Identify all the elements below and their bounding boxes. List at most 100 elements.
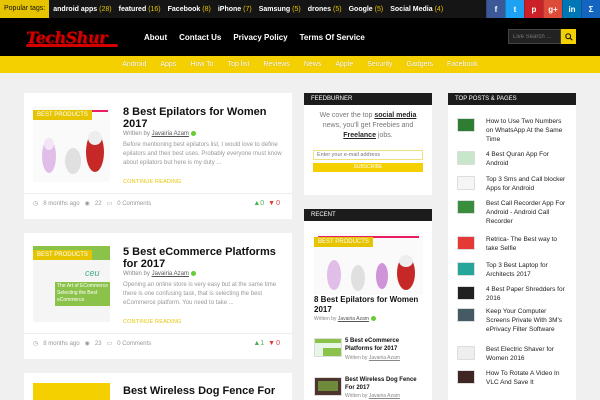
top-post-link[interactable]: How To Rotate A Video In VLC And Save It bbox=[486, 369, 568, 387]
top-post-thumbnail[interactable] bbox=[457, 236, 475, 250]
tag-link[interactable]: drones (5) bbox=[308, 6, 342, 13]
tag-link[interactable]: Facebook (8) bbox=[168, 6, 211, 13]
top-post-link[interactable]: 4 Best Paper Shredders for 2016 bbox=[486, 285, 568, 303]
post-card: ceu BEST PRODUCTS The Art of ECommerce Se… bbox=[24, 233, 292, 359]
continue-reading-link[interactable]: CONTINUE READING bbox=[123, 179, 182, 185]
author-link[interactable]: Javairia Azam bbox=[338, 316, 369, 322]
freelance-link[interactable]: Freelance bbox=[343, 132, 376, 139]
search-input[interactable] bbox=[508, 29, 561, 44]
top-post-link[interactable]: Keep Your Computer Screens Private With … bbox=[486, 307, 568, 334]
recent-item-thumbnail[interactable] bbox=[314, 338, 342, 357]
top-post-link[interactable]: How to Use Two Numbers on WhatsApp At th… bbox=[486, 117, 568, 144]
nav-contact-us[interactable]: Contact Us bbox=[179, 33, 221, 42]
recent-item-title[interactable]: 5 Best eCommerce Platforms for 2017 bbox=[345, 337, 425, 353]
top-post-thumbnail[interactable] bbox=[457, 176, 475, 190]
facebook-icon[interactable]: f bbox=[486, 0, 505, 18]
recent-item-title[interactable]: Best Wireless Dog Fence For 2017 bbox=[345, 376, 425, 392]
site-logo[interactable]: TechShur bbox=[26, 22, 118, 52]
top-post-link[interactable]: Best Electric Shaver for Women 2016 bbox=[486, 345, 568, 363]
google-plus-icon[interactable]: g+ bbox=[543, 0, 562, 18]
continue-reading-link[interactable]: CONTINUE READING bbox=[123, 319, 182, 325]
upvote-count: 0 bbox=[260, 200, 265, 207]
site-header: TechShur About Contact Us Privacy Policy… bbox=[0, 18, 600, 56]
category-facebook[interactable]: Facebook bbox=[447, 61, 478, 68]
thumbs-down-icon[interactable]: ▼ bbox=[268, 200, 275, 207]
upvote-count: 1 bbox=[260, 340, 265, 347]
tag-link[interactable]: android apps (28) bbox=[53, 6, 111, 13]
author-link[interactable]: Javairia Azam bbox=[152, 271, 189, 277]
top-post-thumbnail[interactable] bbox=[457, 308, 475, 322]
thumb-caption-line: The Art of ECommerce bbox=[57, 283, 108, 289]
top-post-link[interactable]: 4 Best Quran App For Android bbox=[486, 150, 568, 168]
social-media-link[interactable]: social media bbox=[374, 112, 416, 119]
author-link[interactable]: Javairia Azam bbox=[369, 393, 400, 399]
feedburner-text-part: news, you'll get Freebies and bbox=[322, 122, 414, 129]
post-title[interactable]: 8 Best Epilators for Women 2017 bbox=[123, 106, 283, 130]
post-comments[interactable]: 0 Comments bbox=[117, 201, 151, 207]
category-gadgets[interactable]: Gadgets bbox=[407, 61, 433, 68]
top-post-link[interactable]: Top 3 Best Laptop for Architects 2017 bbox=[486, 261, 568, 279]
top-post-thumbnail[interactable] bbox=[457, 370, 475, 384]
tag-link[interactable]: Social Media (4) bbox=[390, 6, 443, 13]
twitter-icon[interactable]: t bbox=[505, 0, 524, 18]
tag-link[interactable]: Google (5) bbox=[349, 6, 384, 13]
comment-icon: ▭ bbox=[106, 201, 113, 207]
post-views: 23 bbox=[94, 340, 102, 347]
author-link[interactable]: Javairia Azam bbox=[152, 131, 189, 137]
category-how-to[interactable]: How To bbox=[190, 61, 213, 68]
written-by-label: Written by bbox=[123, 131, 150, 138]
category-apps[interactable]: Apps bbox=[160, 61, 176, 68]
top-post-link[interactable]: Top 3 Sms and Call blocker Apps for Andr… bbox=[486, 175, 568, 193]
email-field[interactable] bbox=[313, 150, 423, 160]
nav-privacy-policy[interactable]: Privacy Policy bbox=[233, 33, 287, 42]
top-post-link[interactable]: Best Call Recorder App For Android - And… bbox=[486, 199, 568, 226]
search-icon bbox=[564, 32, 573, 41]
search-button[interactable] bbox=[561, 29, 576, 44]
recent-featured-title[interactable]: 8 Best Epilators for Women 2017 bbox=[314, 295, 429, 315]
downvote-count: 0 bbox=[276, 200, 280, 207]
category-badge[interactable]: BEST PRODUCTS bbox=[33, 110, 92, 120]
category-reviews[interactable]: Reviews bbox=[263, 61, 289, 68]
linkedin-icon[interactable]: in bbox=[562, 0, 581, 18]
post-thumbnail[interactable]: BEST PRODUCTS bbox=[33, 106, 110, 182]
category-android[interactable]: Android bbox=[122, 61, 146, 68]
top-post-thumbnail[interactable] bbox=[457, 118, 475, 132]
tag-name: Samsung bbox=[258, 5, 291, 13]
tag-link[interactable]: featured (16) bbox=[119, 6, 161, 13]
category-badge[interactable]: BEST PRODUCTS bbox=[33, 250, 92, 260]
nav-about[interactable]: About bbox=[144, 33, 167, 42]
post-title[interactable]: 5 Best eCommerce Platforms for 2017 bbox=[123, 246, 283, 270]
tag-link[interactable]: iPhone (7) bbox=[218, 6, 252, 13]
top-post-thumbnail[interactable] bbox=[457, 200, 475, 214]
top-post-thumbnail[interactable] bbox=[457, 286, 475, 300]
recent-featured-thumbnail[interactable]: BEST PRODUCTS bbox=[314, 233, 423, 295]
pinterest-icon[interactable]: p bbox=[524, 0, 543, 18]
tag-count: (5) bbox=[374, 5, 384, 13]
verified-icon bbox=[370, 316, 376, 322]
category-badge[interactable]: BEST PRODUCTS bbox=[314, 237, 373, 247]
tag-count: (28) bbox=[99, 5, 112, 13]
top-post-thumbnail[interactable] bbox=[457, 346, 475, 360]
top-post-thumbnail[interactable] bbox=[457, 151, 475, 165]
post-comments[interactable]: 0 Comments bbox=[117, 341, 151, 347]
recent-item-thumbnail[interactable] bbox=[314, 377, 342, 396]
tag-link[interactable]: Samsung (5) bbox=[259, 6, 301, 13]
top-post-thumbnail[interactable] bbox=[457, 262, 475, 276]
tag-name: Google bbox=[348, 5, 373, 13]
verified-icon bbox=[190, 271, 196, 276]
thumbs-down-icon[interactable]: ▼ bbox=[268, 340, 275, 347]
tag-count: (8) bbox=[202, 5, 211, 13]
author-link[interactable]: Javairia Azam bbox=[369, 355, 400, 361]
rss-icon[interactable]: Σ bbox=[581, 0, 600, 18]
post-thumbnail[interactable] bbox=[33, 383, 110, 400]
category-top-list[interactable]: Top list bbox=[228, 61, 250, 68]
subscribe-button[interactable]: SUBSCRIBE bbox=[313, 163, 423, 172]
category-news[interactable]: News bbox=[304, 61, 322, 68]
post-title[interactable]: Best Wireless Dog Fence For bbox=[123, 385, 293, 397]
category-security[interactable]: Security bbox=[367, 61, 392, 68]
top-post-link[interactable]: Retrica- The Best way to take Selfie bbox=[486, 235, 568, 253]
category-apple[interactable]: Apple bbox=[335, 61, 353, 68]
nav-terms-of-service[interactable]: Terms Of Service bbox=[300, 33, 365, 42]
clock-icon: ◷ bbox=[33, 341, 39, 347]
post-thumbnail[interactable]: ceu BEST PRODUCTS The Art of ECommerce Se… bbox=[33, 246, 110, 322]
